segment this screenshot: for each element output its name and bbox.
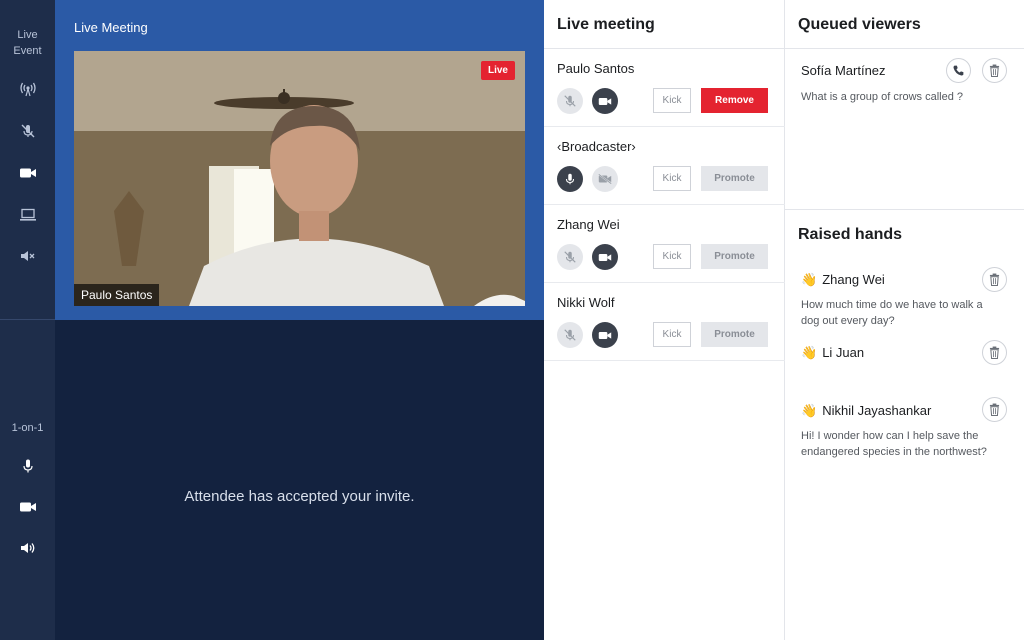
camera-off-icon[interactable]: [592, 166, 618, 192]
raised-hand-name-row: 👋 Zhang Wei: [801, 272, 885, 288]
promote-button[interactable]: Promote: [701, 244, 768, 269]
camera-icon[interactable]: [0, 163, 55, 183]
raised-hands-title: Raised hands: [798, 226, 903, 243]
kick-button[interactable]: Kick: [653, 88, 691, 113]
kick-button[interactable]: Kick: [653, 322, 691, 347]
stage-title: Live Meeting: [74, 20, 148, 35]
waving-hand-icon: 👋: [801, 403, 818, 418]
speaker-icon[interactable]: [0, 538, 55, 558]
participant-name: Paulo Santos: [557, 61, 635, 76]
speaker-video[interactable]: Live Paulo Santos: [74, 51, 525, 306]
invite-status-message: Attendee has accepted your invite.: [184, 488, 415, 505]
participant-row: Zhang Wei Kick Promote: [544, 205, 785, 283]
speaker-name-label: Paulo Santos: [74, 284, 160, 306]
broadcast-icon[interactable]: [0, 79, 55, 99]
participant-name: Zhang Wei: [557, 217, 620, 232]
mic-icon[interactable]: [557, 166, 583, 192]
viewer-name: Sofía Martínez: [801, 63, 886, 78]
divider: [785, 48, 1024, 49]
remove-button[interactable]: Remove: [701, 88, 768, 113]
kick-button[interactable]: Kick: [653, 166, 691, 191]
mic-muted-icon[interactable]: [0, 121, 55, 141]
kick-button[interactable]: Kick: [653, 244, 691, 269]
queued-viewers-title: Queued viewers: [798, 16, 921, 33]
live-meeting-stage: Live Meeting Live Paulo Santos: [55, 0, 544, 320]
live-badge: Live: [480, 61, 515, 80]
waving-hand-icon: 👋: [801, 272, 818, 287]
one-on-one-stage: Attendee has accepted your invite.: [55, 320, 544, 640]
viewer-question: What is a group of crows called ?: [801, 91, 964, 103]
call-icon[interactable]: [946, 58, 971, 83]
participant-name: Nikki Wolf: [557, 295, 615, 310]
viewer-question: Hi! I wonder how can I help save the end…: [801, 430, 987, 458]
viewer-name: Zhang Wei: [822, 272, 885, 287]
trash-icon[interactable]: [982, 267, 1007, 292]
participant-row: Paulo Santos Kick Remove: [544, 49, 785, 127]
speaker-video-frame: [74, 51, 525, 306]
waving-hand-icon: 👋: [801, 345, 818, 360]
live-meeting-title: Live meeting: [557, 16, 655, 33]
promote-button[interactable]: Promote: [701, 166, 768, 191]
trash-icon[interactable]: [982, 58, 1007, 83]
mic-muted-icon[interactable]: [557, 88, 583, 114]
viewer-question: How much time do we have to walk a dog o…: [801, 299, 983, 327]
camera-icon[interactable]: [0, 497, 55, 517]
participant-name: ‹Broadcaster›: [557, 139, 636, 154]
camera-icon[interactable]: [592, 88, 618, 114]
screen-share-icon[interactable]: [0, 205, 55, 225]
rail-live-event-section: Live Event: [0, 0, 55, 320]
promote-button[interactable]: Promote: [701, 322, 768, 347]
mic-muted-icon[interactable]: [557, 322, 583, 348]
trash-icon[interactable]: [982, 340, 1007, 365]
raised-hand-name-row: 👋 Li Juan: [801, 345, 864, 361]
trash-icon[interactable]: [982, 397, 1007, 422]
viewer-name: Nikhil Jayashankar: [822, 403, 932, 418]
participant-row: Nikki Wolf Kick Promote: [544, 283, 785, 361]
viewer-name: Li Juan: [822, 345, 865, 360]
speaker-muted-icon[interactable]: [0, 246, 55, 266]
rail-one-on-one-label: 1-on-1: [11, 422, 44, 434]
divider: [785, 209, 1024, 210]
camera-icon[interactable]: [592, 244, 618, 270]
rail-live-event-label: Live Event: [13, 29, 42, 57]
mic-muted-icon[interactable]: [557, 244, 583, 270]
left-rail: Live Event 1-on-1: [0, 0, 55, 640]
audience-panel: Queued viewers Sofía Martínez What is a …: [785, 0, 1024, 640]
raised-hand-name-row: 👋 Nikhil Jayashankar: [801, 403, 931, 419]
live-meeting-panel: Live meeting Paulo Santos Kick Remove ‹B…: [544, 0, 785, 640]
participant-row: ‹Broadcaster› Kick Promote: [544, 127, 785, 205]
camera-icon[interactable]: [592, 322, 618, 348]
mic-icon[interactable]: [0, 456, 55, 476]
